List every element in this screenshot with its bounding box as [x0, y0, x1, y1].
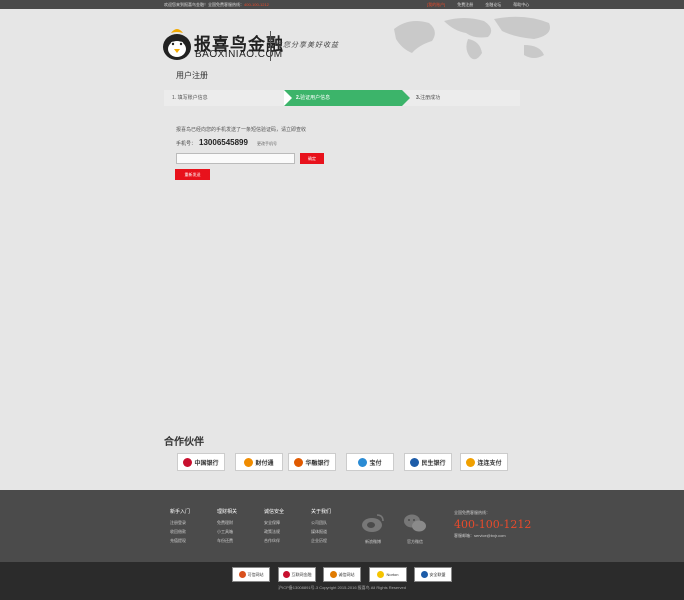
footer-col-head: 理财相关 — [217, 509, 238, 515]
social-wechat[interactable]: 官方微信 — [400, 512, 430, 545]
top-link-help[interactable]: 帮助中心 — [513, 0, 529, 9]
step-fill-account: 1. 填写账户信息 — [164, 90, 284, 106]
footer-link[interactable]: 充值提现 — [170, 538, 190, 544]
footer-link[interactable]: 收回借款 — [170, 529, 190, 535]
shield-icon — [329, 571, 337, 578]
partner-name: 连连支付 — [477, 460, 502, 467]
footer-link[interactable]: 安全保障 — [264, 520, 284, 526]
footer-contact: 全国免费客服热线： 400-100-1212 客服邮箱：service@bxjr… — [454, 510, 531, 539]
bird-logo-icon — [163, 29, 191, 60]
badge-trusted-site[interactable]: 可信网站 — [232, 567, 270, 582]
logo-divider — [270, 31, 271, 61]
partner-name: 宝付 — [369, 460, 382, 467]
footer-link[interactable]: 企业历程 — [311, 538, 331, 544]
step-number: 1. — [172, 95, 177, 101]
step-arrow-active — [402, 90, 410, 106]
partners-title: 合作伙伴 — [164, 437, 204, 448]
footer-link[interactable]: 免费理财 — [217, 520, 237, 526]
footer-col-security: 诚信安全 安全保障 政策法规 合作伙伴 — [264, 508, 284, 547]
weibo-icon — [362, 514, 384, 532]
badge-internet-finance[interactable]: 互联网金融 — [278, 567, 316, 582]
footer-link[interactable]: 车份还费 — [217, 538, 237, 544]
footer — [0, 490, 684, 562]
footer-link[interactable]: 小工具箱 — [217, 529, 237, 535]
top-link-forum[interactable]: 金融论坛 — [485, 0, 501, 9]
footer-col-finance: 理财相关 免费理财 小工具箱 车份还费 — [217, 508, 237, 547]
badge-label: 安全联盟 — [429, 571, 446, 577]
partner-baofoo[interactable]: 宝付 — [346, 453, 394, 471]
top-link-account[interactable]: [我的账户] — [427, 0, 445, 9]
social-weibo[interactable]: 新浪微博 — [358, 512, 388, 545]
footer-col-head: 诚信安全 — [264, 509, 285, 515]
boc-logo-icon — [183, 457, 193, 467]
phone-number: 13006545899 — [199, 138, 248, 147]
tenpay-logo-icon — [244, 457, 254, 467]
sms-notice: 报喜鸟已经向您的手机发送了一条短信验证码，请立即查收 — [176, 127, 307, 133]
footer-col-head: 新手入门 — [170, 509, 191, 515]
partner-lianlian[interactable]: 连连支付 — [460, 453, 508, 471]
shield-icon — [238, 571, 246, 578]
contact-label: 全国免费客服热线： — [454, 510, 490, 515]
page-title: 用户注册 — [176, 71, 208, 80]
partner-name: 财付通 — [255, 460, 274, 467]
top-bar: 欢迎您来到报喜鸟金融！全国免费客服热线：400-100-1212 [我的账户] … — [0, 0, 684, 9]
shield-icon — [282, 571, 290, 578]
copyright: 沪ICP备13008891号-3 Copyright 2015-2016 报喜鸟… — [278, 585, 406, 590]
world-map-watermark — [394, 16, 550, 60]
top-links: [我的账户] 免费注册 金融论坛 帮助中心 — [427, 0, 529, 9]
badge-label: 可信网站 — [247, 571, 264, 577]
step-label: 填写账户信息 — [177, 95, 208, 101]
minsheng-logo-icon — [410, 457, 420, 467]
welcome-message: 欢迎您来到报喜鸟金融！全国免费客服热线： — [164, 2, 244, 7]
contact-phone: 400-100-1212 — [454, 518, 532, 531]
phone-row: 手机号： 13006545899 更改手机号 — [176, 138, 277, 147]
resend-button[interactable]: 重新发送 — [175, 169, 210, 180]
step-verify-user: 2.验证用户信息 — [284, 90, 402, 106]
site-logo[interactable]: 报喜鸟金融 BAOXINIAO.COM 与您分享美好收益 — [162, 25, 342, 65]
wechat-icon — [404, 514, 426, 532]
footer-col-head: 关于我们 — [311, 509, 332, 515]
partner-tenpay[interactable]: 财付通 — [235, 453, 283, 471]
welcome-text: 欢迎您来到报喜鸟金融！全国免费客服热线：400-100-1212 — [164, 0, 269, 9]
footer-link[interactable]: 合作伙伴 — [264, 538, 284, 544]
hotline-number: 400-100-1212 — [244, 2, 269, 7]
footer-link[interactable]: 公司团队 — [311, 520, 331, 526]
footer-link[interactable]: 注册登录 — [170, 520, 190, 526]
phone-label: 手机号： — [176, 141, 197, 147]
baofoo-logo-icon — [358, 457, 368, 467]
sms-code-input[interactable] — [176, 153, 295, 164]
partner-boc[interactable]: 中国银行 — [177, 453, 225, 471]
confirm-button[interactable]: 确定 — [300, 153, 324, 164]
footer-link[interactable]: 媒体报道 — [311, 529, 331, 535]
badge-label: Norton — [386, 572, 399, 577]
logo-slogan: 与您分享美好收益 — [275, 41, 339, 49]
huarong-logo-icon — [294, 457, 304, 467]
badge-label: 互联网金融 — [291, 571, 312, 577]
social-label: 新浪微博 — [365, 539, 381, 544]
badge-security-alliance[interactable]: 安全联盟 — [414, 567, 452, 582]
badge-norton[interactable]: Norton — [369, 567, 407, 582]
step-label: 注册成功 — [420, 95, 441, 101]
footer-col-about: 关于我们 公司团队 媒体报道 企业历程 — [311, 508, 331, 547]
badge-integrity[interactable]: 诚信网站 — [323, 567, 361, 582]
partner-name: 民生银行 — [421, 460, 446, 467]
step-arrow — [284, 90, 292, 106]
footer-col-beginner: 新手入门 注册登录 收回借款 充值提现 — [170, 508, 190, 547]
lianlian-logo-icon — [466, 457, 476, 467]
step-label: 验证用户信息 — [300, 95, 331, 101]
partner-minsheng[interactable]: 民生银行 — [404, 453, 452, 471]
registration-steps: 1. 填写账户信息 2.验证用户信息 3.注册成功 — [164, 90, 520, 106]
check-icon — [377, 571, 385, 578]
partner-name: 中国银行 — [194, 460, 219, 467]
shield-icon — [420, 571, 428, 578]
top-link-register[interactable]: 免费注册 — [457, 0, 473, 9]
partner-huarong[interactable]: 华融银行 — [288, 453, 336, 471]
footer-link[interactable]: 政策法规 — [264, 529, 284, 535]
change-phone-link[interactable]: 更改手机号 — [257, 141, 277, 147]
partner-name: 华融银行 — [305, 460, 330, 467]
contact-email: 客服邮箱：service@bxjr.com — [454, 533, 506, 538]
badge-label: 诚信网站 — [338, 571, 355, 577]
social-label: 官方微信 — [407, 539, 423, 544]
step-register-success: 3.注册成功 — [402, 90, 520, 106]
